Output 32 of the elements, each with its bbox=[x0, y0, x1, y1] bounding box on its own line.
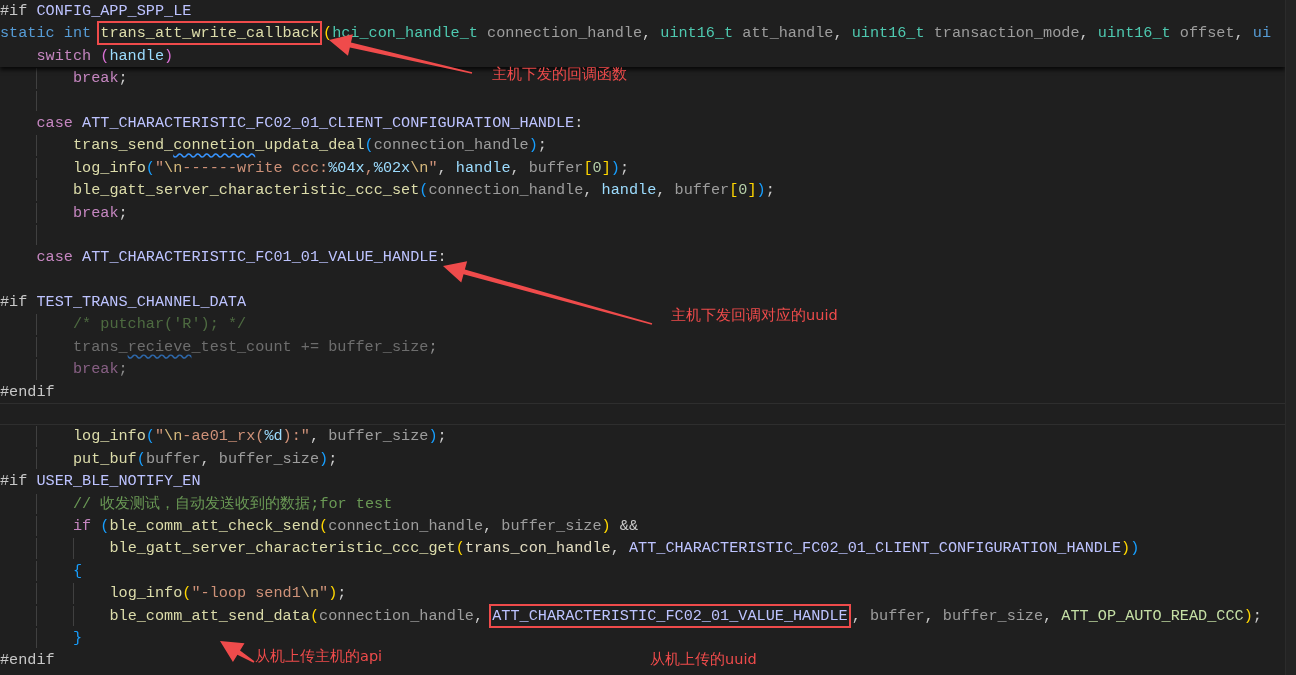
code-line: break; bbox=[72, 68, 128, 89]
code-line: /* putchar('R'); */ bbox=[72, 314, 247, 335]
code-line: #endif bbox=[0, 381, 55, 403]
code-line: log_info("\n-ae01_rx(%d):", buffer_size); bbox=[72, 426, 447, 447]
code-line: trans_recieve_test_count += buffer_size; bbox=[72, 336, 438, 358]
annotation-label: 主机下发回调对应的uuid bbox=[671, 306, 838, 325]
annotation-label: 从机上传的uuid bbox=[650, 650, 757, 669]
code-line: #if TEST_TRANS_CHANNEL_DATA bbox=[0, 292, 247, 313]
code-line: put_buf(buffer, buffer_size); bbox=[72, 448, 338, 470]
code-line: // 收发测试，自动发送收到的数据;for test bbox=[72, 493, 393, 514]
scrollbar[interactable] bbox=[1285, 0, 1296, 675]
annotation-label: 从机上传主机的api bbox=[255, 647, 383, 666]
code-line: static int trans_att_write_callback (hci_con_handle_t connection_handle, uint16_t att_handle, uint16_t transaction_mode, uint16_t offset, ui bbox=[0, 23, 1271, 44]
code-line: case ATT_CHARACTERISTIC_FC01_01_VALUE_HANDLE: bbox=[36, 247, 447, 268]
code-line: log_info("\n------write ccc:%04x,%02x\n", handle, buffer[0]); bbox=[72, 157, 630, 179]
code-line: ble_comm_att_send_data(connection_handle, ATT_CHARACTERISTIC_FC02_01_VALUE_HANDLE , buffer, buffer_size, ATT_OP_AUTO_READ_CCC); bbox=[109, 605, 1262, 626]
code-line: log_info("-loop send1\n"); bbox=[109, 583, 347, 604]
code-line: switch (handle) bbox=[36, 45, 174, 67]
code-line: #if CONFIG_APP_SPP_LE bbox=[0, 1, 192, 22]
arrow bbox=[220, 641, 255, 663]
code-line: } bbox=[72, 627, 83, 649]
code-line: break; bbox=[72, 359, 128, 380]
code-line: if (ble_comm_att_check_send(connection_handle, buffer_size) && bbox=[72, 516, 639, 537]
code-line: break; bbox=[72, 202, 128, 223]
code-line: #if USER_BLE_NOTIFY_EN bbox=[0, 471, 201, 492]
code-line: trans_send_connetion_updata_deal(connection_handle); bbox=[72, 135, 547, 156]
code-line: { bbox=[72, 560, 83, 582]
code-line: #endif bbox=[0, 650, 55, 671]
code-line: ble_gatt_server_characteristic_ccc_set(connection_handle, handle, buffer[0]); bbox=[72, 180, 775, 201]
code-line: case ATT_CHARACTERISTIC_FC02_01_CLIENT_CONFIGURATION_HANDLE: bbox=[36, 112, 584, 134]
code-line: ble_gatt_server_characteristic_ccc_get(trans_con_handle, ATT_CHARACTERISTIC_FC02_01_CLIENT_CONFIGURATION_HANDLE)) bbox=[109, 538, 1140, 559]
annotation-label: 主机下发的回调函数 bbox=[492, 65, 627, 84]
